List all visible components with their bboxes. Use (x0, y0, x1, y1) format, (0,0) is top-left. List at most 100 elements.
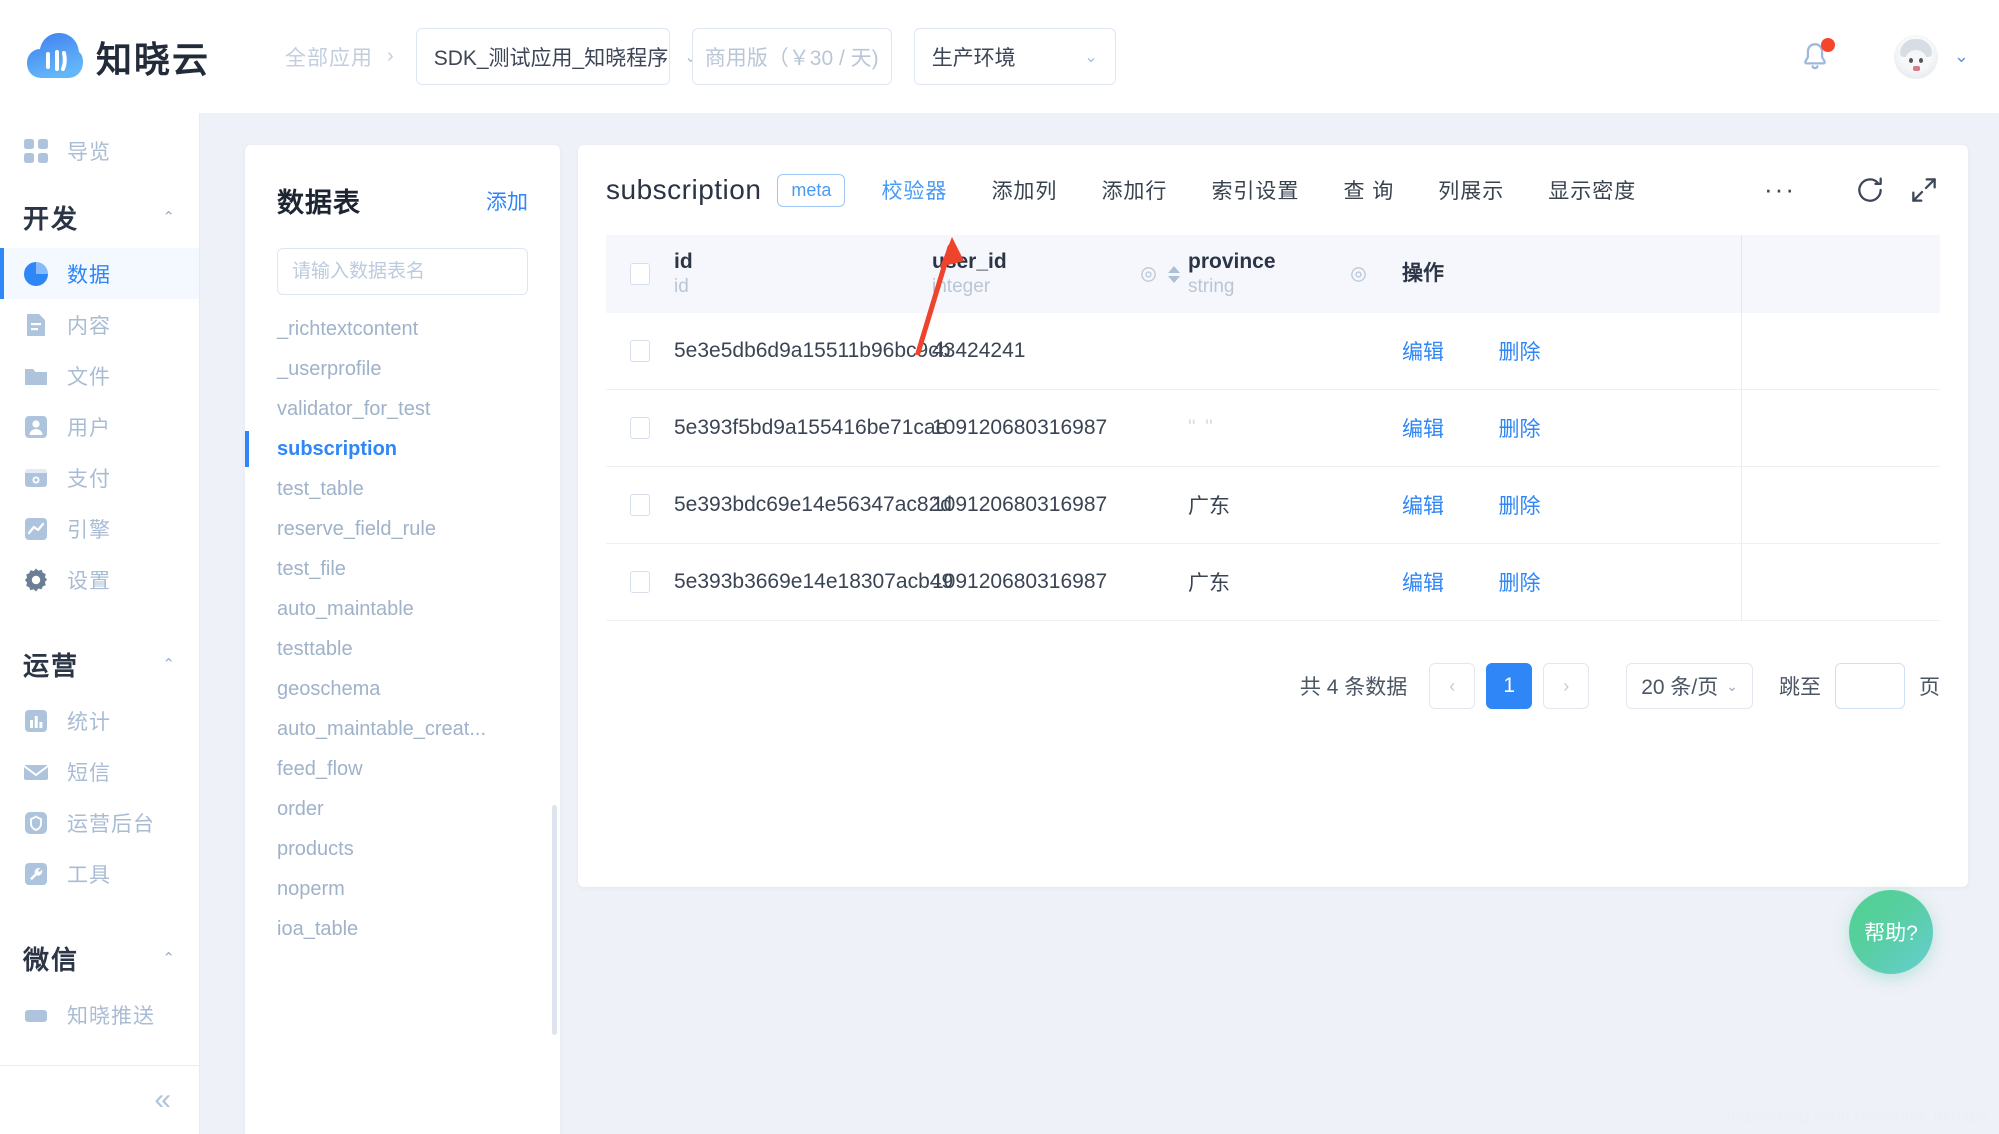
sidebar-item-overview[interactable]: 导览 (0, 125, 199, 176)
list-item[interactable]: products (245, 829, 560, 869)
sidebar-item-settings[interactable]: 设置 (0, 554, 199, 605)
table-list-item-label: order (277, 798, 324, 821)
column-header-user-id[interactable]: user_id integer (932, 249, 1188, 299)
sidebar-item-files[interactable]: 文件 (0, 350, 199, 401)
row-select-cell (606, 571, 674, 593)
query-button[interactable]: 查 询 (1343, 175, 1394, 205)
row-checkbox[interactable] (630, 494, 650, 516)
list-item[interactable]: feed_flow (245, 749, 560, 789)
list-item[interactable]: test_table (245, 469, 560, 509)
sidebar-group-ops[interactable]: 运营 ⌃ (0, 633, 199, 695)
grid-icon (23, 138, 49, 164)
environment-select[interactable]: 生产环境 ⌄ (914, 28, 1116, 85)
table-row[interactable]: 5e3e5db6d9a15511b96bc9cb 43424241 编辑 删除 (606, 313, 1940, 390)
column-header-province[interactable]: province string (1188, 249, 1376, 299)
next-page-button[interactable]: › (1543, 663, 1589, 709)
avatar[interactable] (1894, 35, 1938, 79)
breadcrumb-all-apps[interactable]: 全部应用 (285, 42, 373, 72)
brand-name: 知晓云 (96, 31, 210, 83)
row-checkbox[interactable] (630, 417, 650, 439)
jump-to-input[interactable] (1835, 663, 1905, 709)
list-item[interactable]: auto_maintable (245, 589, 560, 629)
sidebar-collapse-button[interactable]: « (0, 1065, 199, 1134)
delete-button[interactable]: 删除 (1498, 572, 1540, 595)
list-item[interactable]: reserve_field_rule (245, 509, 560, 549)
sidebar-item-sms[interactable]: 短信 (0, 746, 199, 797)
row-operations: 编辑 删除 (1376, 490, 1606, 520)
list-item[interactable]: auto_maintable_creat... (245, 709, 560, 749)
row-select-cell (606, 340, 674, 362)
sidebar-item-push[interactable]: 知晓推送 (0, 989, 199, 1040)
delete-button[interactable]: 删除 (1498, 341, 1540, 364)
display-density-button[interactable]: 显示密度 (1548, 175, 1636, 205)
row-checkbox[interactable] (630, 340, 650, 362)
chevron-down-icon[interactable]: ⌄ (1954, 46, 1969, 67)
list-item[interactable]: order (245, 789, 560, 829)
table-row[interactable]: 5e393b3669e14e18307acb49 109120680316987… (606, 544, 1940, 621)
sidebar-item-ops-console[interactable]: 运营后台 (0, 797, 199, 848)
sidebar-item-users[interactable]: 用户 (0, 401, 199, 452)
edit-button[interactable]: 编辑 (1402, 495, 1444, 518)
edit-button[interactable]: 编辑 (1402, 341, 1444, 364)
help-button[interactable]: 帮助? (1849, 890, 1933, 974)
sidebar-item-tools[interactable]: 工具 (0, 848, 199, 899)
column-header-id[interactable]: id id (674, 249, 932, 299)
sidebar-group-wechat[interactable]: 微信 ⌃ (0, 927, 199, 989)
sidebar-item-label: 知晓推送 (67, 1000, 155, 1030)
delete-button[interactable]: 删除 (1498, 418, 1540, 441)
table-search-wrapper[interactable] (277, 248, 528, 295)
table-row[interactable]: 5e393bdc69e14e56347ac82d 109120680316987… (606, 467, 1940, 544)
expand-icon[interactable] (1908, 174, 1940, 206)
sidebar-item-statistics[interactable]: 统计 (0, 695, 199, 746)
gear-icon[interactable] (1139, 265, 1158, 284)
operations-column-divider (1741, 313, 1742, 389)
list-item[interactable]: test_file (245, 549, 560, 589)
list-item[interactable]: validator_for_test (245, 389, 560, 429)
list-item[interactable]: geoschema (245, 669, 560, 709)
sidebar-item-content[interactable]: 内容 (0, 299, 199, 350)
list-item-selected[interactable]: subscription (245, 429, 560, 469)
list-item[interactable]: _richtextcontent (245, 309, 560, 349)
refresh-icon[interactable] (1854, 174, 1886, 206)
sidebar-group-title: 运营 (23, 646, 79, 683)
add-table-button[interactable]: 添加 (486, 186, 528, 216)
notification-bell-button[interactable] (1798, 39, 1832, 75)
app-select[interactable]: SDK_测试应用_知晓程序 ⌄ (416, 28, 670, 85)
table-search-input[interactable] (292, 261, 513, 283)
push-icon (23, 1002, 49, 1028)
table-list-item-label: testtable (277, 638, 353, 661)
delete-button[interactable]: 删除 (1498, 495, 1540, 518)
avatar-eye-right (1919, 58, 1923, 63)
list-item[interactable]: ioa_table (245, 909, 560, 949)
row-operations: 编辑 删除 (1376, 336, 1606, 366)
index-settings-button[interactable]: 索引设置 (1211, 175, 1299, 205)
add-row-button[interactable]: 添加行 (1101, 175, 1167, 205)
brand[interactable]: 知晓云 (26, 31, 210, 83)
meta-badge-button[interactable]: meta (777, 174, 845, 207)
page-number-button[interactable]: 1 (1486, 663, 1532, 709)
ellipsis-icon[interactable]: ··· (1764, 182, 1796, 198)
edit-button[interactable]: 编辑 (1402, 418, 1444, 441)
prev-page-button[interactable]: ‹ (1429, 663, 1475, 709)
list-item[interactable]: testtable (245, 629, 560, 669)
table-list-scrollbar[interactable] (552, 805, 557, 1035)
gear-icon[interactable] (1349, 265, 1368, 284)
select-all-checkbox[interactable] (630, 263, 650, 285)
sidebar-item-payment[interactable]: 支付 (0, 452, 199, 503)
table-row[interactable]: 5e393f5bd9a155416be71cae 109120680316987… (606, 390, 1940, 467)
column-tools (1349, 265, 1376, 284)
row-checkbox[interactable] (630, 571, 650, 593)
edit-button[interactable]: 编辑 (1402, 572, 1444, 595)
sidebar-item-engine[interactable]: 引擎 (0, 503, 199, 554)
page-size-select[interactable]: 20 条/页 ⌄ (1626, 663, 1753, 709)
sidebar-group-dev[interactable]: 开发 ⌃ (0, 186, 199, 248)
sidebar-item-data[interactable]: 数据 (0, 248, 199, 299)
environment-value: 生产环境 (932, 42, 1016, 72)
list-item[interactable]: _userprofile (245, 349, 560, 389)
column-display-button[interactable]: 列展示 (1438, 175, 1504, 205)
validator-button[interactable]: 校验器 (881, 175, 947, 205)
list-item[interactable]: noperm (245, 869, 560, 909)
add-column-button[interactable]: 添加列 (991, 175, 1057, 205)
table-list-item-label: test_file (277, 558, 346, 581)
sort-toggle[interactable] (1168, 266, 1180, 283)
